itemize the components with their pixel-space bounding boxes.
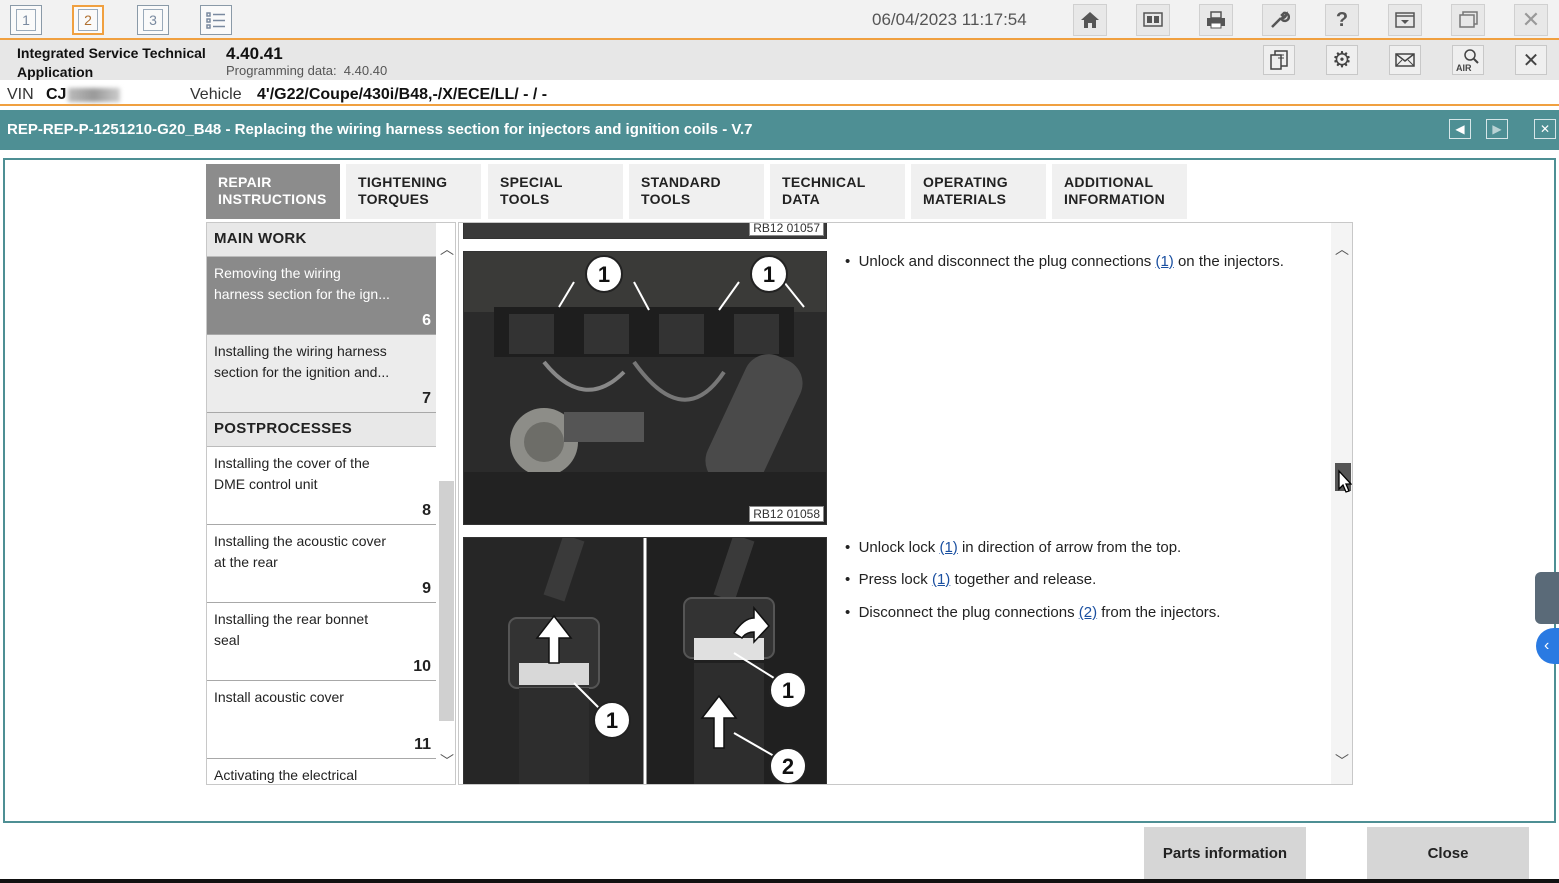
window-button[interactable]: [1451, 4, 1485, 36]
engine-photo: 1 1: [464, 252, 826, 524]
app-name: Integrated Service Technical Application: [17, 45, 206, 80]
dropdown-window-button[interactable]: [1388, 4, 1422, 36]
wrench-icon: [1271, 11, 1290, 28]
ref-link-4[interactable]: (2): [1079, 604, 1097, 621]
next-document-button[interactable]: ▶: [1486, 119, 1508, 139]
tab-additional-information[interactable]: ADDITIONAL INFORMATION: [1052, 164, 1187, 219]
plug-lock-photo: 1 1 2: [464, 538, 826, 784]
prev-step-image: RB12 01057: [463, 223, 827, 239]
mail-button[interactable]: [1389, 45, 1421, 75]
parts-information-button[interactable]: Parts information: [1144, 827, 1306, 879]
vin-redacted: [68, 88, 120, 102]
workspace-1-button[interactable]: 1: [10, 5, 42, 35]
arrow-right-icon: ▶: [1492, 122, 1502, 136]
datetime: 06/04/2023 11:17:54: [872, 10, 1027, 29]
side-panel-handle[interactable]: [1535, 572, 1559, 624]
bottom-edge: [0, 879, 1559, 883]
programming-data: Programming data: 4.40.40: [226, 63, 388, 78]
nav-section-postprocesses: POSTPROCESSES: [207, 413, 436, 447]
plug-lock-image: 1 1 2: [463, 537, 827, 784]
home-button[interactable]: [1073, 4, 1107, 36]
list-icon: [206, 12, 225, 29]
nav-item-6[interactable]: Removing the wiring harness section for t…: [207, 257, 436, 335]
display-icon: [1143, 12, 1163, 27]
svg-text:AIR: AIR: [1456, 63, 1472, 73]
settings-button[interactable]: ⚙: [1326, 45, 1358, 75]
close-icon: ✕: [1521, 7, 1541, 32]
instructions-pane: RB12 01057 1 1 RB12 01058 1 1 2 • Unlock…: [458, 222, 1353, 785]
air-search-icon: AIR: [1456, 49, 1479, 73]
chevron-up-icon[interactable]: ︿: [440, 239, 454, 259]
svg-text:1: 1: [598, 262, 610, 287]
nav-item-7[interactable]: Installing the wiring harness section for…: [207, 335, 436, 413]
step-text-2: • Unlock lock (1) in direction of arrow …: [845, 539, 1182, 556]
vin-value: CJ: [46, 86, 67, 103]
prev-document-button[interactable]: ◀: [1449, 119, 1471, 139]
svg-text:2: 2: [782, 754, 794, 779]
close-icon: ✕: [1522, 49, 1540, 72]
display-button[interactable]: [1136, 4, 1170, 36]
svg-text:1: 1: [763, 262, 775, 287]
app-close-button[interactable]: ✕: [1514, 4, 1548, 36]
app-version: 4.40.41: [226, 44, 283, 63]
main-scrollbar[interactable]: [1331, 223, 1352, 784]
sub-close-button[interactable]: ✕: [1515, 45, 1547, 75]
tab-standard-tools[interactable]: STANDARD TOOLS: [629, 164, 764, 219]
vehicle-value: 4'/G22/Coupe/430i/B48,-/X/ECE/LL/ - / -: [257, 86, 548, 103]
help-button[interactable]: ?: [1325, 4, 1359, 36]
vehicle-label: Vehicle: [190, 86, 242, 103]
home-icon: [1081, 12, 1099, 28]
step-navigation: MAIN WORK Removing the wiring harness sec…: [206, 222, 456, 785]
document-close-button[interactable]: ✕: [1534, 119, 1556, 139]
ref-link-3[interactable]: (1): [932, 571, 950, 588]
ref-link-1[interactable]: (1): [1155, 253, 1173, 270]
tab-operating-materials[interactable]: OPERATING MATERIALS: [911, 164, 1046, 219]
tab-technical-data[interactable]: TECHNICAL DATA: [770, 164, 905, 219]
nav-item-12[interactable]: Activating the electrical: [207, 759, 436, 784]
close-icon: ✕: [1539, 122, 1551, 136]
nav-item-10[interactable]: Installing the rear bonnet seal 10: [207, 603, 436, 681]
step-text-4: • Disconnect the plug connections (2) fr…: [845, 604, 1221, 621]
wrench-button[interactable]: [1262, 4, 1296, 36]
vin-label: VIN: [7, 86, 34, 103]
workspace-2-button[interactable]: 2: [72, 5, 104, 35]
gear-icon: ⚙: [1332, 47, 1352, 72]
chevron-down-icon[interactable]: ﹀: [1335, 751, 1349, 771]
mouse-cursor-icon: [1338, 469, 1352, 493]
step-text-3: • Press lock (1) together and release.: [845, 571, 1097, 588]
nav-scrollbar-thumb[interactable]: [439, 481, 454, 721]
nav-section-main-work: MAIN WORK: [207, 223, 436, 257]
arrow-left-icon: ◀: [1455, 122, 1465, 136]
nav-item-11[interactable]: Install acoustic cover 11: [207, 681, 436, 759]
tab-repair-instructions[interactable]: REPAIR INSTRUCTIONS: [206, 164, 340, 219]
tab-tightening-torques[interactable]: TIGHTENING TORQUES: [346, 164, 481, 219]
chevron-left-icon: ‹: [1544, 637, 1550, 654]
dropdown-window-icon: [1395, 12, 1415, 28]
step-text-1: • Unlock and disconnect the plug connect…: [845, 253, 1284, 270]
chevron-up-icon[interactable]: ︿: [1335, 239, 1349, 259]
workspace-3-button[interactable]: 3: [137, 5, 169, 35]
chevron-down-icon[interactable]: ﹀: [440, 751, 454, 771]
ref-link-2[interactable]: (1): [939, 539, 957, 556]
document-button[interactable]: [1263, 45, 1295, 75]
window-icon: [1459, 11, 1478, 28]
document-title: REP-REP-P-1251210-G20_B48 - Replacing th…: [7, 121, 753, 138]
mail-icon: [1395, 53, 1415, 67]
print-icon: [1207, 11, 1225, 29]
air-search-button[interactable]: AIR: [1452, 45, 1484, 75]
svg-text:1: 1: [782, 678, 794, 703]
nav-item-9[interactable]: Installing the acoustic cover at the rear…: [207, 525, 436, 603]
svg-text:1: 1: [606, 708, 618, 733]
list-button[interactable]: [200, 5, 232, 35]
document-icon: [1270, 50, 1288, 70]
tab-special-tools[interactable]: SPECIAL TOOLS: [488, 164, 623, 219]
close-button[interactable]: Close: [1367, 827, 1529, 879]
nav-item-8[interactable]: Installing the cover of the DME control u…: [207, 447, 436, 525]
print-button[interactable]: [1199, 4, 1233, 36]
help-icon: ?: [1335, 8, 1349, 31]
injector-plug-image: 1 1 RB12 01058: [463, 251, 827, 525]
